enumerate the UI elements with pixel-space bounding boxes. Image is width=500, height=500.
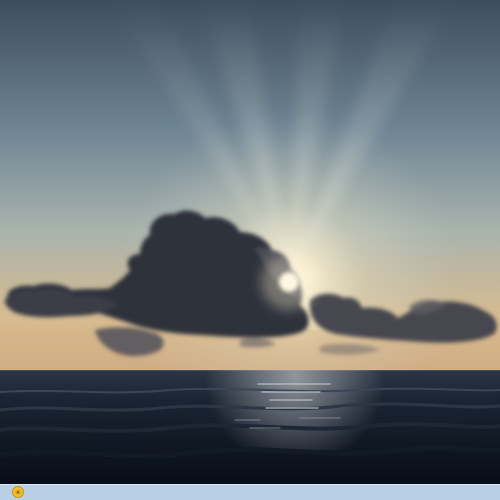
sun-icon[interactable]: ☀ <box>12 486 24 498</box>
taskbar: ☀ <box>0 484 500 500</box>
sunset-photo <box>0 0 500 484</box>
photo-viewer: ☀ <box>0 0 500 500</box>
